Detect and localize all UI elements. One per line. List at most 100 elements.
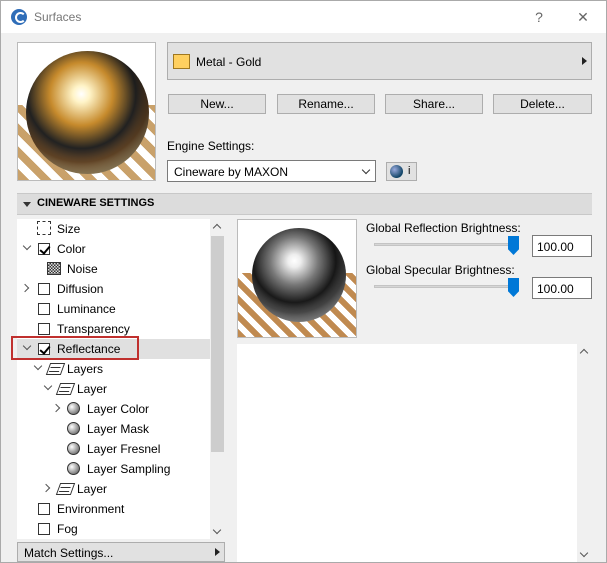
layers-icon [45,363,66,375]
material-name: Metal - Gold [196,55,262,69]
section-title: CINEWARE SETTINGS [37,197,155,209]
tree-item-layers[interactable]: Layers [17,359,210,379]
layers-icon [55,383,76,395]
material-preview [17,42,156,181]
tree-item-label: Layer Sampling [87,462,171,476]
sphere-icon [67,422,80,435]
tree-item-label: Layer [77,482,108,496]
title-bar: Surfaces ? ✕ [1,1,606,33]
engine-settings-label: Engine Settings: [167,139,255,153]
chevron-right-icon[interactable] [41,483,51,493]
tree-item-label: Noise [67,262,98,276]
engine-selected-value: Cineware by MAXON [174,165,289,179]
scroll-thumb[interactable] [211,236,224,452]
chevron-down-icon[interactable] [33,361,43,371]
reflection-brightness-label: Global Reflection Brightness: [366,221,521,235]
delete-button[interactable]: Delete... [493,94,592,114]
tree-scrollbar[interactable] [210,219,225,539]
scroll-up-icon[interactable] [579,348,589,358]
tree-item-luminance[interactable]: Luminance [17,299,210,319]
tree-item-label: Layer Color [87,402,150,416]
tree-item-label: Diffusion [57,282,104,296]
tree-item-layer-fresnel[interactable]: Layer Fresnel [17,439,210,459]
tree-item-label: Color [57,242,86,256]
chevron-down-icon[interactable] [22,241,32,251]
sphere-icon [67,462,80,475]
cineware-settings-header[interactable]: CINEWARE SETTINGS [17,193,592,215]
reflectance-preview [237,219,357,338]
tree-item-label: Size [57,222,81,236]
specular-slider-thumb[interactable] [508,278,519,297]
tree-item-label: Environment [57,502,125,516]
scroll-down-icon[interactable] [212,525,222,535]
tree-item-fog[interactable]: Fog [17,519,210,539]
tree-item-label: Luminance [57,302,116,316]
tree-item-layer-color[interactable]: Layer Color [17,399,210,419]
tree-item-label: Layers [67,362,104,376]
layer-settings-panel [237,344,577,562]
sphere-icon [67,402,80,415]
tree-item-noise[interactable]: Noise [17,259,210,279]
rename-button[interactable]: Rename... [277,94,375,114]
reflection-brightness-input[interactable]: 100.00 [532,235,592,257]
tree-item-label: Layer Fresnel [87,442,161,456]
size-icon [37,221,51,235]
archicad-logo-icon [11,9,27,25]
reflection-value: 100.00 [537,240,574,254]
chevron-right-icon[interactable] [51,403,61,413]
noise-icon [47,262,61,275]
specular-brightness-input[interactable]: 100.00 [532,277,592,299]
tree-item-label: Transparency [57,322,130,336]
info-icon: i [408,165,411,177]
tree-item-label: Layer [77,382,108,396]
specular-value: 100.00 [537,282,574,296]
match-settings-button[interactable]: Match Settings... [17,542,225,562]
preview-sphere [26,51,149,174]
help-button[interactable]: ? [524,6,554,28]
arrow-right-icon [582,57,587,65]
preview-sphere [252,228,346,322]
reflection-brightness-slider[interactable] [374,243,514,246]
environment-checkbox[interactable] [38,503,50,515]
tree-item-layer-mask[interactable]: Layer Mask [17,419,210,439]
tree-item-environment[interactable]: Environment [17,499,210,519]
color-checkbox[interactable] [38,243,50,255]
transparency-checkbox[interactable] [38,323,50,335]
diffusion-checkbox[interactable] [38,283,50,295]
engine-dropdown[interactable]: Cineware by MAXON [167,160,376,182]
match-settings-label: Match Settings... [24,546,114,560]
reflectance-highlight [11,336,139,360]
specular-brightness-slider[interactable] [374,285,514,288]
window-title: Surfaces [34,10,82,24]
arrow-right-icon [215,548,220,556]
tree-item-color[interactable]: Color [17,239,210,259]
new-button[interactable]: New... [168,94,266,114]
tree-item-layer[interactable]: Layer [17,379,210,399]
close-button[interactable]: ✕ [568,6,598,28]
scroll-up-icon[interactable] [212,223,222,233]
sphere-icon [67,442,80,455]
tree-item-label: Fog [57,522,78,536]
tree-item-label: Layer Mask [87,422,150,436]
chevron-right-icon[interactable] [20,283,30,293]
fog-checkbox[interactable] [38,523,50,535]
specular-brightness-label: Global Specular Brightness: [366,263,515,277]
layers-icon [55,483,76,495]
tree-item-diffusion[interactable]: Diffusion [17,279,210,299]
reflection-slider-thumb[interactable] [508,236,519,255]
material-swatch [173,54,190,69]
share-button[interactable]: Share... [385,94,483,114]
chevron-down-icon [361,165,371,175]
cineware-sphere-icon [390,165,403,178]
tree-item-layer-sampling[interactable]: Layer Sampling [17,459,210,479]
chevron-down-icon[interactable] [43,381,53,391]
tree-item-layer-2[interactable]: Layer [17,479,210,499]
tree-item-size[interactable]: Size [17,219,210,239]
engine-info-button[interactable]: i [386,162,417,181]
triangle-down-icon [23,202,31,207]
panel-scrollbar[interactable] [577,344,592,562]
scroll-down-icon[interactable] [579,548,589,558]
luminance-checkbox[interactable] [38,303,50,315]
material-selector[interactable]: Metal - Gold [167,42,592,80]
settings-tree: Size Color Noise Diffusion Luminance Tra… [17,219,225,539]
